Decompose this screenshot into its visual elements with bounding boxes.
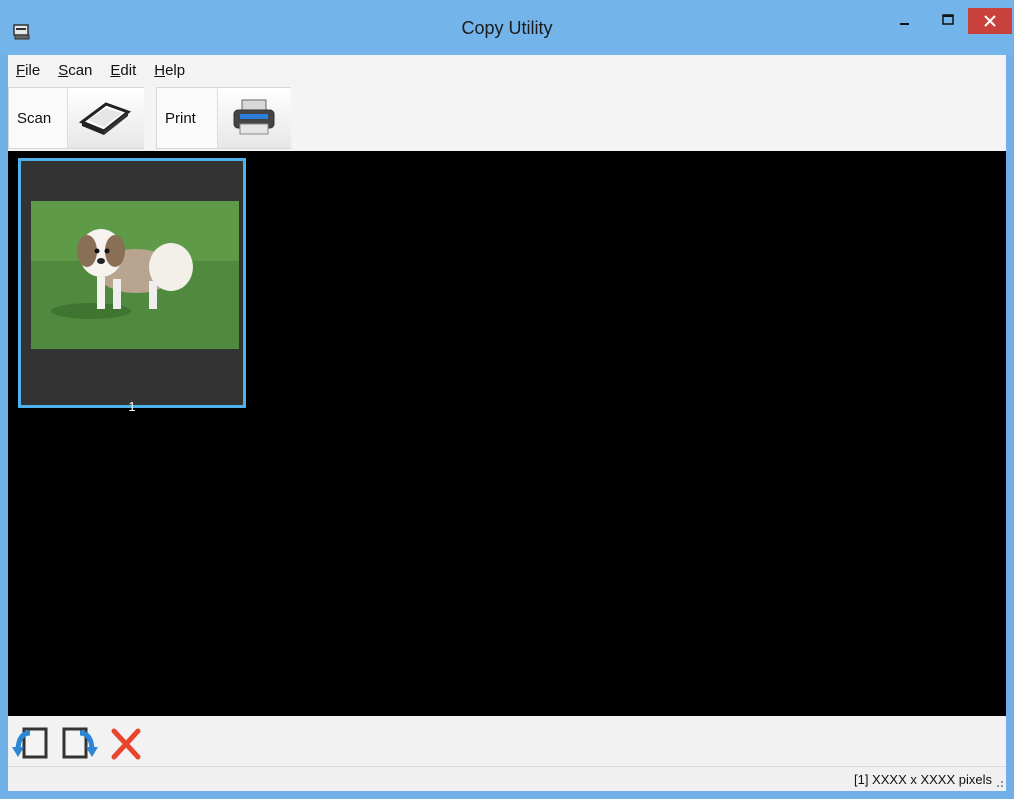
print-button-label: Print [165, 110, 196, 127]
menu-file[interactable]: File [16, 62, 40, 79]
scan-button[interactable]: Scan [8, 87, 144, 149]
delete-x-icon[interactable] [106, 723, 146, 763]
scan-icon-box [67, 88, 144, 148]
client-area: File Scan Edit Help Scan Print 1 [1] XXX… [8, 55, 1006, 791]
menu-edit-label: dit [120, 61, 137, 79]
menu-help[interactable]: Help [154, 62, 185, 79]
close-button[interactable] [968, 8, 1012, 34]
scan-button-label: Scan [17, 110, 52, 127]
image-size-status: [1] XXXX x XXXX pixels [853, 772, 992, 787]
menu-help-label: elp [165, 61, 186, 79]
title-bar[interactable]: Copy Utility [0, 0, 1014, 55]
menu-file-accesskey: F [16, 61, 26, 79]
main-toolbar: Scan Print [8, 85, 1006, 151]
window-title: Copy Utility [461, 18, 553, 38]
menu-help-accesskey: H [154, 61, 166, 79]
image-viewer[interactable]: 1 [8, 151, 1006, 716]
print-icon-box [217, 88, 291, 148]
printer-icon [233, 99, 275, 135]
thumbnail-page[interactable]: 1 [18, 158, 246, 414]
print-button[interactable]: Print [156, 87, 291, 149]
maximize-button[interactable] [928, 8, 968, 34]
rotate-left-icon[interactable] [12, 723, 52, 763]
menu-scan-accesskey: S [58, 61, 69, 79]
menu-scan-label: can [68, 61, 93, 79]
menu-bar: File Scan Edit Help [8, 55, 1006, 85]
resize-grip-icon[interactable] [996, 780, 1004, 788]
menu-file-label: ile [25, 61, 41, 79]
status-bar: [1] XXXX x XXXX pixels [8, 766, 1006, 791]
menu-scan[interactable]: Scan [58, 62, 92, 79]
app-window: Copy Utility File Scan Edit Help Scan Pr… [0, 0, 1014, 799]
rotate-right-icon[interactable] [58, 723, 98, 763]
menu-edit-accesskey: E [110, 61, 121, 79]
minimize-button[interactable] [884, 8, 924, 34]
thumbnail-page-number: 1 [128, 399, 136, 414]
flatbed-scanner-icon [78, 102, 132, 135]
bottom-toolbar [8, 716, 1006, 766]
menu-edit[interactable]: Edit [110, 62, 136, 79]
scanned-photo-thumbnail [31, 201, 239, 349]
